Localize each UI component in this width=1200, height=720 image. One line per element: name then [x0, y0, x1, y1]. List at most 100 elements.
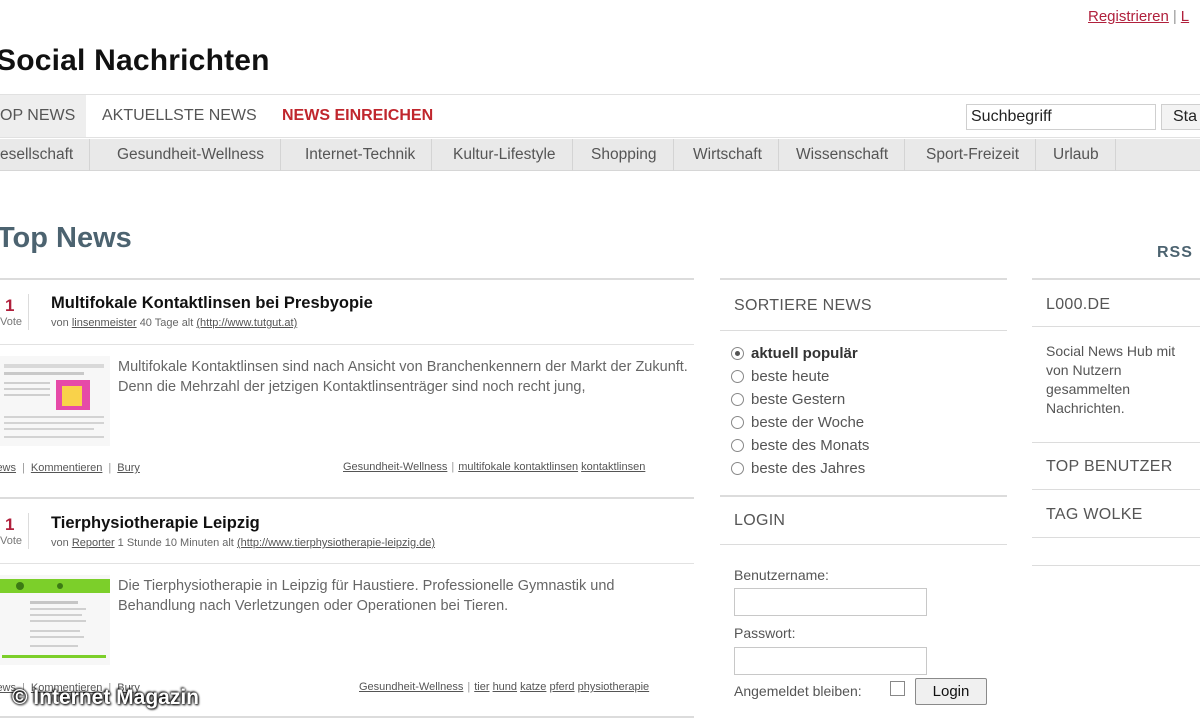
sort-option-beste-des-monats[interactable]: beste des Monats [731, 436, 869, 456]
news-title[interactable]: Tierphysiotherapie Leipzig [51, 514, 260, 533]
sort-option-beste-des-jahres[interactable]: beste des Jahres [731, 459, 865, 479]
register-link[interactable]: Registrieren [1088, 8, 1169, 25]
news-title[interactable]: Multifokale Kontaktlinsen bei Presbyopie [51, 294, 373, 313]
remember-label: Angemeldet bleiben: [734, 683, 862, 699]
top-links: Registrieren | L [1088, 8, 1189, 25]
radio-icon[interactable] [731, 462, 744, 475]
tag-link[interactable]: pferd [549, 681, 574, 693]
site-title: Social Nachrichten [0, 44, 270, 77]
tag-link[interactable]: tier [474, 681, 489, 693]
meta-prefix: von [51, 317, 69, 329]
category-kultur-lifestyle[interactable]: Kultur-Lifestyle [437, 139, 573, 171]
category-shopping[interactable]: Shopping [575, 139, 674, 171]
tab-top-news[interactable]: OP NEWS [0, 95, 86, 137]
box-divider [720, 330, 1007, 331]
sort-option-beste-gestern[interactable]: beste Gestern [731, 390, 845, 410]
author-link[interactable]: linsenmeister [72, 317, 137, 329]
sort-option-label: beste des Monats [751, 437, 870, 454]
sort-option-beste-heute[interactable]: beste heute [731, 367, 829, 387]
top-users-title[interactable]: TOP BENUTZER [1046, 458, 1173, 476]
meta-prefix: von [51, 537, 69, 549]
login-link[interactable]: L [1181, 8, 1189, 25]
box-divider [720, 495, 1007, 497]
vote-count[interactable]: 1 [5, 515, 14, 535]
category-wirtschaft[interactable]: Wirtschaft [677, 139, 779, 171]
news-age: 40 Tage alt [139, 317, 194, 329]
tab-news-einreichen[interactable]: NEWS EINREICHEN [282, 95, 433, 137]
remember-checkbox[interactable] [890, 681, 905, 696]
vote-divider [28, 513, 29, 549]
search-input[interactable] [966, 104, 1156, 130]
box-divider [1032, 565, 1200, 566]
source-link[interactable]: (http://www.tierphysiotherapie-leipzig.d… [237, 537, 435, 549]
site-description: Social News Hub mit von Nutzern gesammel… [1046, 343, 1176, 416]
category-internet-technik[interactable]: Internet-Technik [289, 139, 433, 171]
category-tag-link[interactable]: Gesundheit-Wellness [359, 681, 463, 693]
news-actions: iews | Kommentieren | Bury [0, 462, 140, 474]
category-nav: esellschaft Gesundheit-Wellness Internet… [0, 139, 1200, 171]
login-box-title: LOGIN [734, 512, 786, 529]
category-gesundheit-wellness[interactable]: Gesundheit-Wellness [101, 139, 282, 171]
news-age: 1 Stunde 10 Minuten alt [117, 537, 234, 549]
box-divider [1032, 326, 1200, 327]
category-gesellschaft[interactable]: esellschaft [0, 139, 91, 171]
sort-option-label: beste heute [751, 368, 830, 385]
link-separator: | [1172, 8, 1177, 25]
divider [0, 716, 694, 718]
sort-option-label: beste des Jahres [751, 460, 866, 477]
category-sport-freizeit[interactable]: Sport-Freizeit [910, 139, 1037, 171]
tag-link[interactable]: kontaktlinsen [581, 461, 645, 473]
divider [0, 563, 694, 564]
vote-label[interactable]: Vote [0, 316, 22, 328]
sort-option-label: beste der Woche [751, 414, 865, 431]
box-divider [1032, 442, 1200, 443]
radio-icon[interactable] [731, 370, 744, 383]
radio-icon[interactable] [731, 416, 744, 429]
action-separator: | [108, 462, 112, 474]
vote-divider [28, 294, 29, 330]
category-tag-link[interactable]: Gesundheit-Wellness [343, 461, 447, 473]
tag-link[interactable]: hund [493, 681, 517, 693]
box-divider [1032, 278, 1200, 280]
login-button[interactable]: Login [915, 678, 987, 705]
sort-option-aktuell-populaer[interactable]: aktuell populär [731, 344, 858, 364]
tag-link[interactable]: physiotherapie [578, 681, 650, 693]
tag-separator: | [451, 461, 455, 473]
source-link[interactable]: (http://www.tutgut.at) [196, 317, 297, 329]
thumbnail-image-icon [0, 356, 110, 446]
tag-link[interactable]: multifokale kontaktlinsen [458, 461, 578, 473]
sort-option-label: aktuell populär [751, 345, 858, 362]
password-field[interactable] [734, 647, 927, 675]
radio-icon[interactable] [731, 439, 744, 452]
radio-checked-icon[interactable] [731, 347, 744, 360]
tag-cloud-title[interactable]: TAG WOLKE [1046, 506, 1143, 524]
rss-link[interactable]: RSS [1157, 244, 1193, 262]
bury-link[interactable]: Bury [117, 462, 140, 474]
site-box-title: L000.DE [1046, 296, 1111, 313]
category-urlaub[interactable]: Urlaub [1037, 139, 1116, 171]
news-meta: von linsenmeister 40 Tage alt (http://ww… [51, 317, 297, 329]
action-separator: | [22, 462, 25, 474]
news-thumbnail[interactable] [0, 575, 110, 665]
tag-link[interactable]: katze [520, 681, 546, 693]
watermark: © Internet Magazin [12, 686, 199, 709]
news-tags: Gesundheit-Wellness | multifokale kontaktl… [343, 461, 645, 473]
username-field[interactable] [734, 588, 927, 616]
author-link[interactable]: Reporter [72, 537, 115, 549]
category-wissenschaft[interactable]: Wissenschaft [780, 139, 906, 171]
sort-box-title: SORTIERE NEWS [734, 297, 872, 314]
comment-link[interactable]: Kommentieren [31, 462, 103, 474]
views-link[interactable]: iews [0, 462, 16, 474]
thumbnail-image-icon [0, 575, 110, 665]
radio-icon[interactable] [731, 393, 744, 406]
vote-label[interactable]: Vote [0, 535, 22, 547]
search-button[interactable]: Sta [1161, 104, 1200, 130]
box-divider [1032, 489, 1200, 490]
sort-option-beste-der-woche[interactable]: beste der Woche [731, 413, 864, 433]
tag-separator: | [467, 681, 471, 693]
vote-count[interactable]: 1 [5, 296, 14, 316]
page-title: Top News [0, 222, 132, 254]
sort-option-label: beste Gestern [751, 391, 846, 408]
news-thumbnail[interactable] [0, 356, 110, 446]
tab-aktuellste-news[interactable]: AKTUELLSTE NEWS [102, 95, 257, 137]
